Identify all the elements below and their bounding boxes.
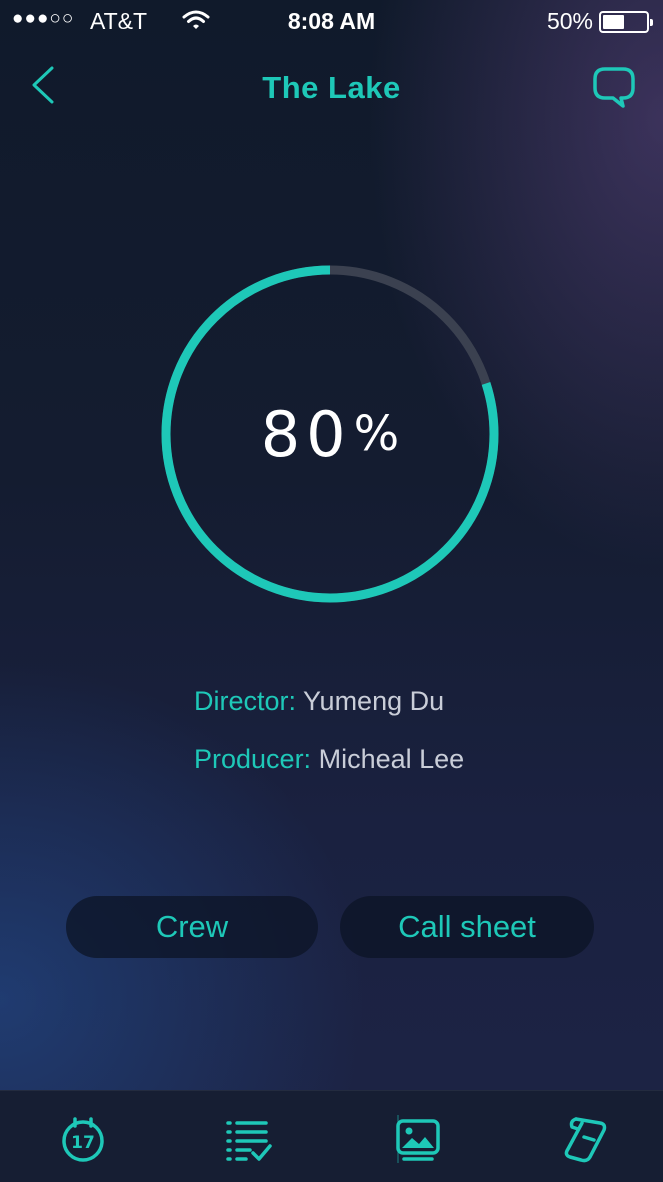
script-scroll-icon [564,1117,607,1163]
credit-value: Yumeng Du [303,686,445,716]
tab-bar: 17 [0,1090,663,1182]
progress-value: 80 [260,397,352,471]
progress-label: 80 % [158,262,502,606]
progress-unit: % [353,406,400,462]
checklist-icon [226,1121,272,1161]
calendar-icon: 17 [62,1117,104,1162]
calendar-day: 17 [71,1133,95,1153]
battery-icon [599,11,653,33]
image-icon [396,1115,440,1163]
crew-button[interactable]: Crew [66,896,318,958]
chat-bubble-icon [593,67,635,108]
tab-checklist[interactable] [222,1113,274,1165]
tab-schedule[interactable]: 17 [57,1113,109,1165]
tab-gallery[interactable] [392,1113,444,1165]
call-sheet-button[interactable]: Call sheet [340,896,594,958]
tab-script[interactable] [560,1113,612,1165]
page-title: The Lake [262,70,401,105]
progress-ring: 80 % [158,262,502,606]
chat-button[interactable] [591,64,637,110]
navigation-bar: The Lake [0,50,663,130]
credit-value: Micheal Lee [318,744,465,774]
credit-label: Producer: [194,744,312,774]
action-buttons: Crew Call sheet [66,896,594,958]
credit-producer: Producer: Micheal Lee [194,744,464,802]
credits: Director: Yumeng Du Producer: Micheal Le… [194,686,464,802]
status-bar: ●●●○○ AT&T 8:08 AM 50% [0,0,663,42]
credit-label: Director: [194,686,297,716]
battery-percent: 50% [546,8,593,34]
credit-director: Director: Yumeng Du [194,686,464,744]
